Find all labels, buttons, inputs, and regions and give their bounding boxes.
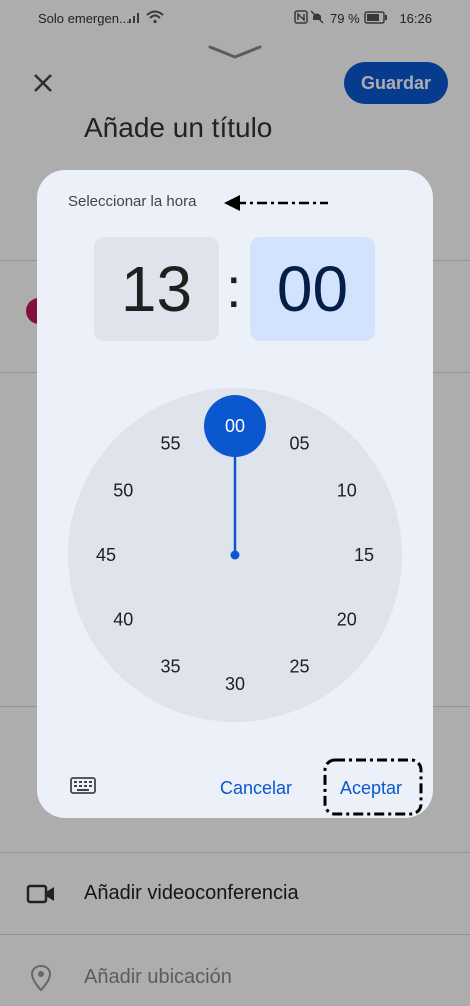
- clock-label-40[interactable]: 40: [113, 610, 133, 630]
- clock-label-50[interactable]: 50: [113, 481, 133, 501]
- clock-label-00[interactable]: 00: [225, 416, 245, 436]
- hour-field[interactable]: 13: [94, 237, 219, 341]
- highlight-frame: [323, 758, 423, 816]
- keyboard-icon[interactable]: [70, 776, 96, 796]
- clock-label-35[interactable]: 35: [160, 657, 180, 677]
- left-arrow-icon: [222, 192, 330, 214]
- clock-label-10[interactable]: 10: [337, 481, 357, 501]
- time-separator: :: [226, 256, 242, 319]
- cancel-button[interactable]: Cancelar: [220, 778, 292, 799]
- clock-dial[interactable]: 00 05 10 15 20 25 30 35 40 45 50 55: [68, 388, 402, 722]
- minute-field[interactable]: 00: [250, 237, 375, 341]
- clock-label-30[interactable]: 30: [225, 674, 245, 694]
- clock-label-45[interactable]: 45: [96, 545, 116, 565]
- clock-label-25[interactable]: 25: [289, 657, 309, 677]
- clock-label-20[interactable]: 20: [337, 610, 357, 630]
- dialog-heading: Seleccionar la hora: [68, 193, 197, 210]
- clock-label-15[interactable]: 15: [354, 545, 374, 565]
- clock-label-05[interactable]: 05: [289, 433, 309, 453]
- clock-label-55[interactable]: 55: [160, 433, 180, 453]
